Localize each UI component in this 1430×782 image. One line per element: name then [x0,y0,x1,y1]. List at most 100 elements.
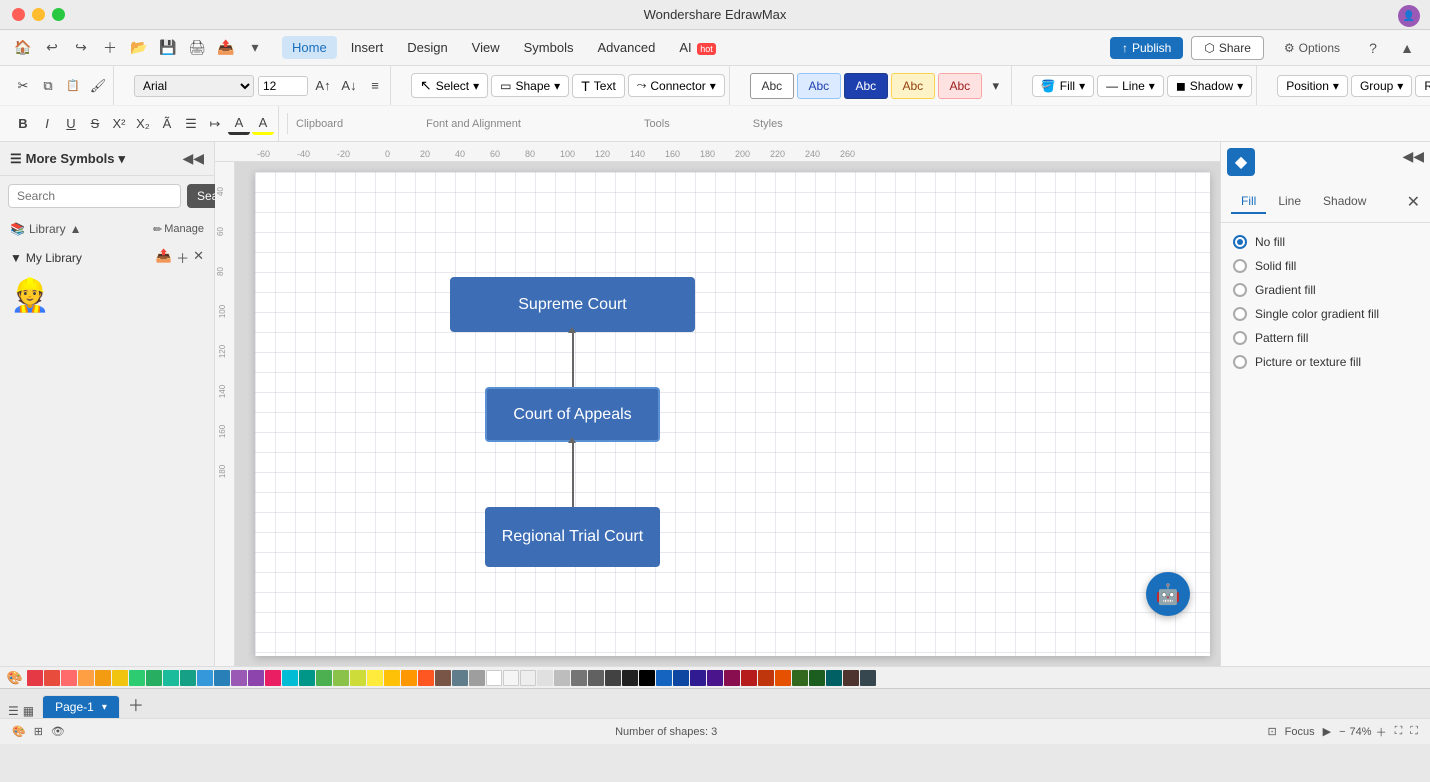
solid-fill-radio[interactable] [1233,259,1247,273]
color-dark-blue-grey[interactable] [860,670,876,686]
shadow-tab[interactable]: Shadow [1313,190,1376,214]
fill-btn[interactable]: 🪣 Fill ▾ [1032,75,1094,97]
palette-icon[interactable]: 🎨 [4,667,26,689]
node-regional-trial-court[interactable]: Regional Trial Court [485,507,660,567]
no-fill-radio[interactable] [1233,235,1247,249]
color-amber[interactable] [384,670,400,686]
color-blue[interactable] [197,670,213,686]
view-icon[interactable]: 👁 [51,725,65,738]
color-grey-mid[interactable] [571,670,587,686]
color-purple-dark[interactable] [248,670,264,686]
color-red[interactable] [44,670,60,686]
color-grey-dark[interactable] [588,670,604,686]
redo-icon[interactable]: ↪ [68,35,94,61]
picture-texture-fill-radio[interactable] [1233,355,1247,369]
zoom-in-icon[interactable]: ＋ [1376,724,1387,740]
share-button[interactable]: ⬡ Share [1191,36,1264,60]
fit-view-icon[interactable]: ⛶ [1395,725,1403,738]
color-blue-darkest[interactable] [673,670,689,686]
shadow-btn[interactable]: ◼ Shadow ▾ [1167,75,1252,97]
font-size-input[interactable] [258,76,308,96]
text-tool-btn[interactable]: T Text [572,74,625,98]
undo-icon[interactable]: ↩ [39,35,65,61]
lib-add-icon[interactable]: ＋ [176,248,189,267]
color-pink[interactable] [265,670,281,686]
decrease-font-icon[interactable]: A↓ [338,75,360,97]
add-page-button[interactable]: ＋ [120,690,152,718]
cut-icon[interactable]: ✂ [12,75,34,97]
strikethrough-icon[interactable]: S [84,113,106,135]
color-dark-brown[interactable] [843,670,859,686]
color-orange[interactable] [78,670,94,686]
color-dark-green[interactable] [792,670,808,686]
color-blue-grey[interactable] [452,670,468,686]
help-icon[interactable]: ? [1360,35,1386,61]
connector-tool-btn[interactable]: ⤳ Connector ▾ [628,74,725,97]
color-yellow-green[interactable] [350,670,366,686]
color-grey2[interactable] [554,670,570,686]
color-indigo[interactable] [690,670,706,686]
color-brown[interactable] [435,670,451,686]
pattern-fill-option[interactable]: Pattern fill [1233,331,1418,345]
canvas-grid[interactable]: Supreme Court Court of Appeals [255,172,1210,656]
rotate-btn[interactable]: Rotate▾ [1415,75,1430,97]
color-yellow2[interactable] [367,670,383,686]
color-dark-red[interactable] [741,670,757,686]
color-teal-dark[interactable] [180,670,196,686]
font-color-icon[interactable]: A [228,113,250,135]
ai-chat-bubble[interactable]: 🤖 [1146,572,1190,616]
print-icon[interactable]: 🖨 [184,35,210,61]
collapse-icon[interactable]: ▲ [1394,35,1420,61]
paste-icon[interactable]: 📋 [62,75,84,97]
symbol-item[interactable]: 👷 [10,275,50,315]
menu-advanced[interactable]: Advanced [587,36,665,59]
manage-button[interactable]: ✏ Manage [153,223,204,236]
copy-icon[interactable]: ⧉ [37,75,59,97]
gradient-fill-radio[interactable] [1233,283,1247,297]
color-purple[interactable] [231,670,247,686]
color-white[interactable] [486,670,502,686]
lib-close-icon[interactable]: ✕ [193,248,204,267]
color-grey-light[interactable] [537,670,553,686]
single-color-gradient-radio[interactable] [1233,307,1247,321]
color-dark-orange[interactable] [758,670,774,686]
menu-ai[interactable]: AI hot [669,36,725,59]
tab-scroll-left[interactable]: ☰ [8,704,19,718]
menu-view[interactable]: View [462,36,510,59]
color-red-dark[interactable] [27,670,43,686]
node-court-of-appeals[interactable]: Court of Appeals [485,387,660,442]
window-controls[interactable] [12,8,65,21]
color-darkest-green[interactable] [809,670,825,686]
position-btn[interactable]: Position▾ [1277,75,1348,97]
pattern-fill-radio[interactable] [1233,331,1247,345]
export-icon[interactable]: 📤 [213,35,239,61]
open-icon[interactable]: 📂 [126,35,152,61]
save-icon[interactable]: 💾 [155,35,181,61]
underline-icon[interactable]: U [60,113,82,135]
page-thumb-icon[interactable]: ▦ [23,704,34,718]
color-dark[interactable] [622,670,638,686]
fit-page-icon[interactable]: ⊡ [1267,725,1276,738]
lib-export-icon[interactable]: 📤 [156,248,172,267]
user-avatar[interactable]: 👤 [1398,5,1420,27]
more-icon[interactable]: ▾ [242,35,268,61]
options-button[interactable]: ⚙ Options [1272,37,1352,59]
color-charcoal[interactable] [605,670,621,686]
list-icon[interactable]: ☰ [180,113,202,135]
group-btn[interactable]: Group▾ [1351,75,1412,97]
canvas-area[interactable]: Supreme Court Court of Appeals [235,162,1220,666]
node-supreme-court[interactable]: Supreme Court [450,277,695,332]
style-swatch-2[interactable]: Abc [797,73,841,99]
subscript-icon[interactable]: X₂ [132,113,154,135]
color-yellow-dark[interactable] [95,670,111,686]
gradient-fill-option[interactable]: Gradient fill [1233,283,1418,297]
color-dark-pink[interactable] [724,670,740,686]
line-btn[interactable]: — Line ▾ [1097,75,1164,97]
style-swatch-3[interactable]: Abc [844,73,888,99]
color-blue-deep[interactable] [656,670,672,686]
line-tab[interactable]: Line [1268,190,1311,214]
shape-tool-btn[interactable]: ▭ Shape ▾ [491,75,569,97]
shapes-palette-icon[interactable]: 🎨 [12,725,26,738]
fill-tab[interactable]: Fill [1231,190,1266,214]
maximize-button[interactable] [52,8,65,21]
